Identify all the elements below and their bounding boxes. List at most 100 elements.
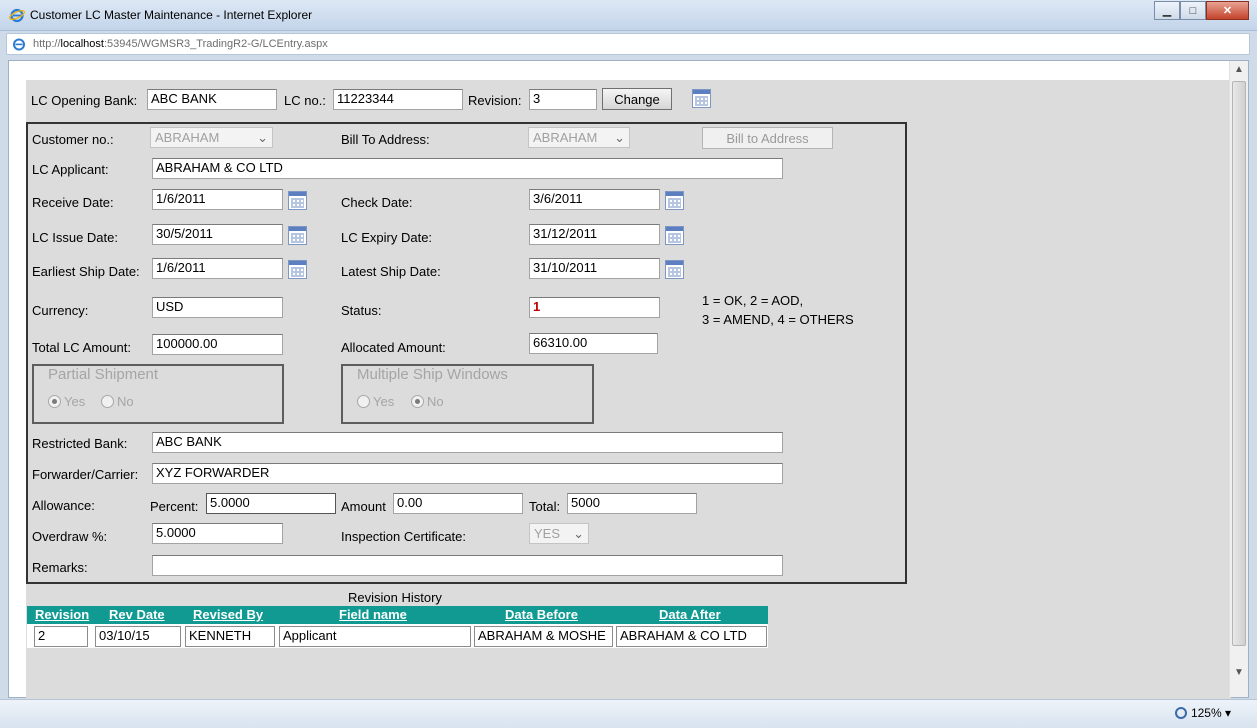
forwarder-label: Forwarder/Carrier: bbox=[32, 467, 139, 482]
earliest-ship-label: Earliest Ship Date: bbox=[32, 264, 140, 279]
calendar-icon[interactable] bbox=[692, 89, 711, 108]
calendar-icon[interactable] bbox=[288, 260, 307, 279]
inspection-label: Inspection Certificate: bbox=[341, 529, 467, 544]
cell-field-name[interactable]: Applicant bbox=[279, 626, 471, 647]
col-data-before[interactable]: Data Before bbox=[505, 607, 578, 622]
col-rev-date[interactable]: Rev Date bbox=[109, 607, 165, 622]
status-hint-line-1: 1 = OK, 2 = AOD, bbox=[702, 293, 804, 308]
cell-revised-by[interactable]: KENNETH bbox=[185, 626, 275, 647]
scroll-thumb[interactable] bbox=[1232, 81, 1246, 646]
opening-bank-input[interactable]: ABC BANK bbox=[147, 89, 277, 110]
bill-to-select[interactable]: ABRAHAM ⌄ bbox=[528, 127, 630, 148]
multi-yes-radio[interactable]: Yes bbox=[357, 394, 394, 409]
change-button[interactable]: Change bbox=[602, 88, 672, 110]
status-input[interactable]: 1 bbox=[529, 297, 660, 318]
scroll-up-icon[interactable]: ▲ bbox=[1233, 64, 1245, 78]
col-revised-by[interactable]: Revised By bbox=[193, 607, 263, 622]
maximize-icon: □ bbox=[1189, 4, 1197, 17]
expiry-date-input[interactable]: 31/12/2011 bbox=[529, 224, 660, 245]
table-row: 2 03/10/15 KENNETH Applicant ABRAHAM & M… bbox=[27, 624, 768, 648]
close-button[interactable]: ✕ bbox=[1206, 1, 1249, 20]
expiry-date-label: LC Expiry Date: bbox=[341, 230, 433, 245]
page-viewport: LC Opening Bank: ABC BANK LC no.: 112233… bbox=[8, 60, 1249, 699]
restricted-bank-label: Restricted Bank: bbox=[32, 436, 128, 451]
allocated-amount-input[interactable]: 66310.00 bbox=[529, 333, 658, 354]
customer-no-label: Customer no.: bbox=[32, 132, 114, 147]
calendar-icon[interactable] bbox=[665, 226, 684, 245]
cell-data-after[interactable]: ABRAHAM & CO LTD bbox=[616, 626, 767, 647]
address-bar[interactable]: http://localhost:53945/WGMSR3_TradingR2-… bbox=[6, 33, 1250, 55]
inspection-select[interactable]: YES ⌄ bbox=[529, 523, 589, 544]
col-field-name[interactable]: Field name bbox=[339, 607, 407, 622]
close-icon: ✕ bbox=[1222, 5, 1233, 17]
issue-date-input[interactable]: 30/5/2011 bbox=[152, 224, 283, 245]
page-icon bbox=[13, 38, 25, 51]
calendar-icon[interactable] bbox=[288, 191, 307, 210]
receive-date-input[interactable]: 1/6/2011 bbox=[152, 189, 283, 210]
radio-selected-icon bbox=[411, 395, 424, 408]
radio-selected-icon bbox=[48, 395, 61, 408]
status-hint-line-2: 3 = AMEND, 4 = OTHERS bbox=[702, 312, 854, 327]
percent-input[interactable]: 5.0000 bbox=[206, 493, 336, 514]
forwarder-input[interactable]: XYZ FORWARDER bbox=[152, 463, 783, 484]
lc-no-label: LC no.: bbox=[284, 93, 326, 108]
vertical-scrollbar[interactable]: ▲ ▼ bbox=[1229, 61, 1248, 697]
window-titlebar: Customer LC Master Maintenance - Interne… bbox=[0, 0, 1257, 31]
revision-label: Revision: bbox=[468, 93, 522, 108]
total-amount-input[interactable]: 100000.00 bbox=[152, 334, 283, 355]
bill-to-label: Bill To Address: bbox=[341, 132, 430, 147]
maximize-button[interactable]: □ bbox=[1180, 1, 1206, 20]
restricted-bank-input[interactable]: ABC BANK bbox=[152, 432, 783, 453]
cell-revision[interactable]: 2 bbox=[34, 626, 88, 647]
lc-no-input[interactable]: 11223344 bbox=[333, 89, 463, 110]
amount-input[interactable]: 0.00 bbox=[393, 493, 523, 514]
currency-input[interactable]: USD bbox=[152, 297, 283, 318]
cell-rev-date[interactable]: 03/10/15 bbox=[95, 626, 181, 647]
col-data-after[interactable]: Data After bbox=[659, 607, 721, 622]
zoom-control[interactable]: 125% ▾ bbox=[1174, 706, 1231, 720]
calendar-icon[interactable] bbox=[665, 260, 684, 279]
window-title: Customer LC Master Maintenance - Interne… bbox=[30, 8, 313, 22]
internet-explorer-icon bbox=[9, 8, 25, 23]
earliest-ship-input[interactable]: 1/6/2011 bbox=[152, 258, 283, 279]
calendar-icon[interactable] bbox=[288, 226, 307, 245]
check-date-input[interactable]: 3/6/2011 bbox=[529, 189, 660, 210]
minimize-icon: ▁ bbox=[1162, 5, 1172, 17]
allowance-label: Allowance: bbox=[32, 498, 95, 513]
col-revision[interactable]: Revision bbox=[35, 607, 89, 622]
address-url: http://localhost:53945/WGMSR3_TradingR2-… bbox=[33, 38, 328, 50]
receive-date-label: Receive Date: bbox=[32, 195, 114, 210]
revision-history-header: Revision Rev Date Revised By Field name … bbox=[27, 606, 768, 624]
radio-empty-icon bbox=[357, 395, 370, 408]
calendar-icon[interactable] bbox=[665, 191, 684, 210]
latest-ship-label: Latest Ship Date: bbox=[341, 264, 441, 279]
latest-ship-input[interactable]: 31/10/2011 bbox=[529, 258, 660, 279]
percent-label: Percent: bbox=[150, 499, 199, 514]
chevron-down-icon: ⌄ bbox=[257, 130, 268, 145]
amount-label: Amount bbox=[341, 499, 386, 514]
zoom-icon bbox=[1174, 707, 1187, 719]
remarks-input[interactable] bbox=[152, 555, 783, 576]
revision-history-title: Revision History bbox=[348, 590, 442, 605]
cell-data-before[interactable]: ABRAHAM & MOSHE bbox=[474, 626, 613, 647]
lc-details-panel: Customer no.: ABRAHAM ⌄ Bill To Address: … bbox=[26, 122, 907, 584]
status-bar: 125% ▾ bbox=[0, 699, 1257, 728]
total-input[interactable]: 5000 bbox=[567, 493, 697, 514]
overdraw-label: Overdraw %: bbox=[32, 529, 108, 544]
partial-no-radio[interactable]: No bbox=[101, 394, 134, 409]
applicant-input[interactable]: ABRAHAM & CO LTD bbox=[152, 158, 783, 179]
lc-entry-page: LC Opening Bank: ABC BANK LC no.: 112233… bbox=[26, 80, 1231, 699]
scroll-down-icon[interactable]: ▼ bbox=[1233, 667, 1245, 681]
overdraw-input[interactable]: 5.0000 bbox=[152, 523, 283, 544]
revision-input[interactable]: 3 bbox=[529, 89, 597, 110]
status-label: Status: bbox=[341, 303, 382, 318]
issue-date-label: LC Issue Date: bbox=[32, 230, 118, 245]
minimize-button[interactable]: ▁ bbox=[1154, 1, 1180, 20]
customer-no-select[interactable]: ABRAHAM ⌄ bbox=[150, 127, 273, 148]
chevron-down-icon: ⌄ bbox=[573, 526, 584, 541]
applicant-label: LC Applicant: bbox=[32, 162, 109, 177]
multi-no-radio[interactable]: No bbox=[411, 394, 444, 409]
total-amount-label: Total LC Amount: bbox=[32, 340, 131, 355]
partial-yes-radio[interactable]: Yes bbox=[48, 394, 85, 409]
bill-to-address-button[interactable]: Bill to Address bbox=[702, 127, 833, 149]
